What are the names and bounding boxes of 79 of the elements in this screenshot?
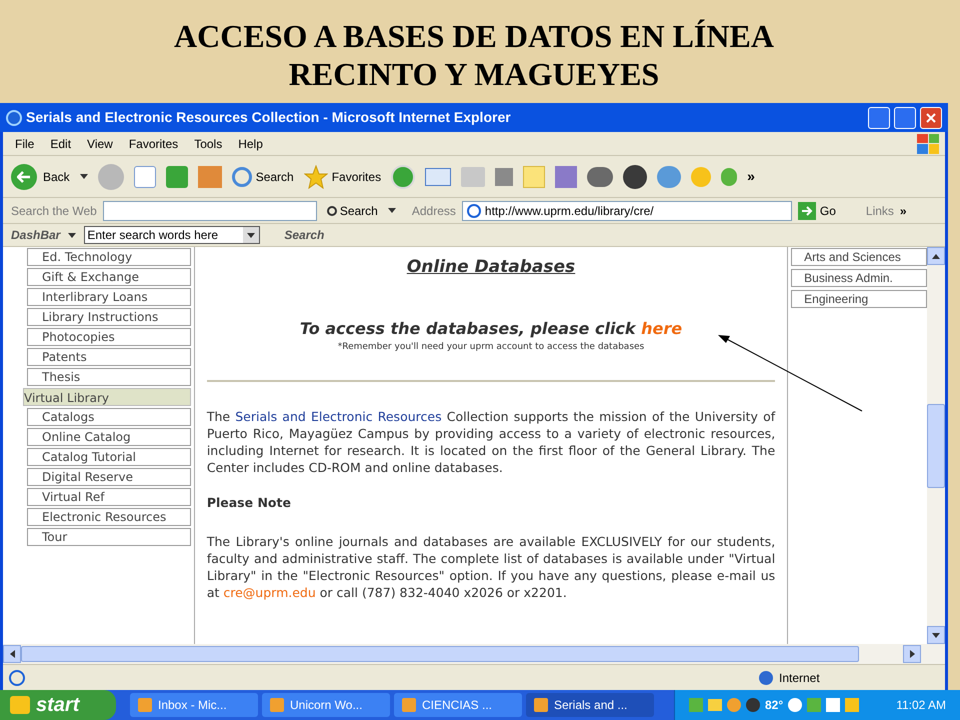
taskbar-button[interactable]: CIENCIAS ... xyxy=(394,693,522,717)
page-heading: Online Databases xyxy=(406,256,576,279)
reminder-text: *Remember you'll need your uprm account to access the databases xyxy=(338,340,644,354)
scroll-up-icon xyxy=(932,254,940,258)
sidebar-item[interactable]: Catalog Tutorial xyxy=(27,448,191,466)
taskbar-button[interactable]: Unicorn Wo... xyxy=(262,693,390,717)
sidebar-item[interactable]: Thesis xyxy=(27,368,191,386)
search-web-label: Search the Web xyxy=(11,202,97,220)
taskbar-button[interactable]: Serials and ... xyxy=(526,693,654,717)
dropdown-caret-icon xyxy=(68,232,76,238)
back-arrow-icon xyxy=(17,170,31,182)
dashbar-label[interactable]: DashBar xyxy=(11,226,60,244)
clock: 11:02 AM xyxy=(896,697,946,714)
sidebar-item[interactable]: Digital Reserve xyxy=(27,468,191,486)
menu-item[interactable]: File xyxy=(9,134,40,152)
go-button[interactable]: Go xyxy=(798,202,836,220)
dashbar-search-button[interactable]: Search xyxy=(284,226,324,244)
department-item[interactable]: Business Admin. xyxy=(791,269,928,287)
close-button[interactable] xyxy=(920,106,942,128)
search-button[interactable]: Search xyxy=(232,166,294,186)
sidebar-section[interactable]: Virtual Library xyxy=(23,388,191,406)
access-text: To access the databases, please click here xyxy=(300,318,682,340)
forward-button[interactable] xyxy=(98,164,124,190)
menu-item[interactable]: Tools xyxy=(188,134,228,152)
sidebar-item[interactable]: Online Catalog xyxy=(27,428,191,446)
menu-item[interactable]: Favorites xyxy=(122,134,184,152)
taskbar-button[interactable]: Inbox - Mic... xyxy=(130,693,258,717)
sidebar-item[interactable]: Ed. Technology xyxy=(27,248,191,266)
close-icon xyxy=(926,112,936,122)
go-arrow-icon xyxy=(800,206,813,216)
slide-title: RECINTO Y MAGUEYES xyxy=(288,54,660,92)
scroll-down-icon xyxy=(932,632,940,638)
tray-icon[interactable] xyxy=(746,698,760,712)
intro-paragraph: The Serials and Electronic Resources Collection supports the mission of the University of Puerto Rico, Mayagüez Campus by providing access to a variety of electronic resources, including Internet for research. It is located on the first floor of the General Library. The Center includes CD-ROM and online databases. xyxy=(206,408,776,476)
address-field[interactable]: http://www.uprm.edu/library/cre/ xyxy=(462,200,792,220)
scroll-left-icon xyxy=(10,650,14,658)
department-item[interactable]: Arts and Sciences xyxy=(791,248,928,266)
web-search-button[interactable]: Search xyxy=(322,202,382,220)
star-icon xyxy=(304,164,328,188)
temperature: 82° xyxy=(765,697,784,714)
sidebar-item[interactable]: Interlibrary Loans xyxy=(27,288,191,306)
menu-item[interactable]: View xyxy=(81,134,119,152)
sidebar-item[interactable]: Virtual Ref xyxy=(27,488,191,506)
tray-icon[interactable] xyxy=(788,698,802,712)
sidebar-item[interactable]: Catalogs xyxy=(27,408,191,426)
search-web-field[interactable] xyxy=(102,200,317,220)
links-label[interactable]: Links xyxy=(866,202,894,220)
sidebar-item[interactable]: Patents xyxy=(27,348,191,366)
window-title: Serials and Electronic Resources Collection - Microsoft Internet Explorer xyxy=(26,108,512,127)
start-button[interactable]: start xyxy=(0,690,116,720)
sidebar-item[interactable]: Library Instructions xyxy=(27,308,191,326)
back-button[interactable]: Back xyxy=(11,164,70,190)
horizontal-scrollbar[interactable] xyxy=(3,644,945,664)
collection-link[interactable]: Serials and Electronic Resources xyxy=(235,409,442,424)
sidebar-item[interactable]: Tour xyxy=(27,528,191,546)
toolbar-overflow[interactable]: » xyxy=(747,166,755,187)
menu-item[interactable]: Edit xyxy=(44,134,78,152)
note-heading: Please Note xyxy=(206,494,292,512)
dropdown-caret-icon xyxy=(80,174,88,179)
dropdown-caret-icon xyxy=(247,232,256,238)
dropdown-caret-icon xyxy=(388,208,396,213)
scroll-thumb[interactable] xyxy=(927,404,945,488)
sidebar-item[interactable]: Electronic Resources xyxy=(27,508,191,526)
security-zone: Internet xyxy=(779,670,821,686)
links-overflow[interactable]: » xyxy=(900,202,907,220)
dashbar-search-field[interactable]: Enter search words here xyxy=(84,226,260,244)
sidebar-item[interactable]: Gift & Exchange xyxy=(27,268,191,286)
department-item[interactable]: Engineering xyxy=(791,290,928,308)
scroll-right-icon xyxy=(910,650,914,658)
windows-logo-icon xyxy=(917,134,939,154)
address-label: Address xyxy=(412,202,456,220)
favorites-button[interactable]: Favorites xyxy=(304,164,382,188)
vertical-scrollbar[interactable] xyxy=(927,247,945,644)
menu-item[interactable]: Help xyxy=(232,134,269,152)
maximize-button[interactable] xyxy=(894,106,916,128)
sidebar-item[interactable]: Photocopies xyxy=(27,328,191,346)
minimize-button[interactable] xyxy=(868,106,890,128)
note-paragraph: The Library's online journals and databases are available EXCLUSIVELY for our students, faculty and administrative staff. The complete list of databases is available under "Virtual Library" in the "Electronic Resources" option. If you have any questions, please e-mail us at cre@uprm.edu or call (787) 832-4040 x2026 or x2201. xyxy=(206,532,776,601)
slide-title: ACCESO A BASES DE DATOS EN LÍNEA xyxy=(174,16,774,54)
